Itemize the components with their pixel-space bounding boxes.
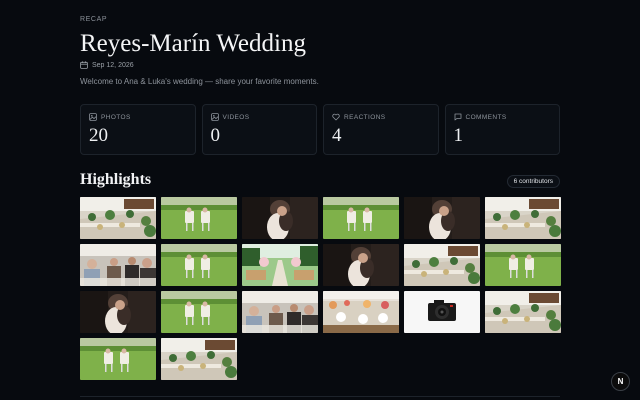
page-eyebrow: RECAP bbox=[80, 16, 108, 23]
nextjs-dev-badge[interactable]: N bbox=[611, 372, 630, 391]
highlights-header: Highlights 6 contributors bbox=[80, 171, 560, 189]
photo-banquet-table[interactable] bbox=[485, 197, 561, 239]
photo-guests-dining[interactable] bbox=[242, 291, 318, 333]
calendar-icon bbox=[80, 61, 88, 69]
photo-chairs-lawn[interactable] bbox=[80, 338, 156, 380]
photo-chairs-lawn[interactable] bbox=[485, 244, 561, 286]
photo-couple-dark[interactable] bbox=[80, 291, 156, 333]
event-date-row: Sep 12, 2026 bbox=[80, 61, 134, 69]
photo-chairs-lawn[interactable] bbox=[161, 291, 237, 333]
stat-label: COMMENTS bbox=[465, 113, 507, 121]
photo-chairs-lawn[interactable] bbox=[323, 197, 399, 239]
page-title: Reyes-Marín Wedding bbox=[80, 30, 306, 57]
message-icon bbox=[454, 113, 462, 121]
stat-value: 20 bbox=[89, 125, 108, 146]
photo-table-setting[interactable] bbox=[323, 291, 399, 333]
photo-banquet-table[interactable] bbox=[80, 197, 156, 239]
highlights-title: Highlights bbox=[80, 171, 152, 188]
heart-icon bbox=[332, 113, 340, 121]
stat-value: 1 bbox=[453, 125, 464, 146]
stat-card-comments[interactable]: COMMENTS 1 bbox=[444, 104, 560, 155]
photo-guests-dining[interactable] bbox=[80, 244, 156, 286]
photo-couple-dark[interactable] bbox=[242, 197, 318, 239]
photo-couple-dark[interactable] bbox=[404, 197, 480, 239]
image-icon bbox=[89, 113, 97, 121]
stat-value: 4 bbox=[332, 125, 342, 146]
event-date: Sep 12, 2026 bbox=[92, 61, 134, 69]
image-icon bbox=[210, 113, 219, 121]
stat-card-photos[interactable]: PHOTOS 20 bbox=[80, 104, 196, 155]
photo-chairs-lawn[interactable] bbox=[161, 244, 237, 286]
stat-value: 0 bbox=[210, 125, 221, 146]
stat-card-reactions[interactable]: REACTIONS 4 bbox=[323, 104, 439, 155]
photo-camera[interactable] bbox=[404, 291, 480, 333]
stat-card-videos[interactable]: VIDEOS 0 bbox=[201, 104, 317, 155]
stat-label: REACTIONS bbox=[344, 113, 386, 121]
stats-row: PHOTOS 20 VIDEOS 0 REACTIONS 4 COMMENTS … bbox=[80, 104, 560, 155]
photo-chairs-lawn[interactable] bbox=[161, 197, 237, 239]
event-description: Welcome to Ana & Luka's wedding — share … bbox=[80, 77, 319, 86]
photo-ceremony-aisle[interactable] bbox=[242, 244, 318, 286]
stat-label: PHOTOS bbox=[101, 113, 131, 121]
photo-couple-dark[interactable] bbox=[323, 244, 399, 286]
highlights-photo-grid bbox=[80, 197, 561, 380]
photo-banquet-table[interactable] bbox=[161, 338, 237, 380]
contributors-badge[interactable]: 6 contributors bbox=[506, 174, 560, 188]
photo-banquet-table[interactable] bbox=[404, 244, 480, 286]
photo-banquet-table[interactable] bbox=[485, 291, 561, 333]
divider bbox=[80, 396, 560, 397]
stat-label: VIDEOS bbox=[222, 113, 250, 121]
